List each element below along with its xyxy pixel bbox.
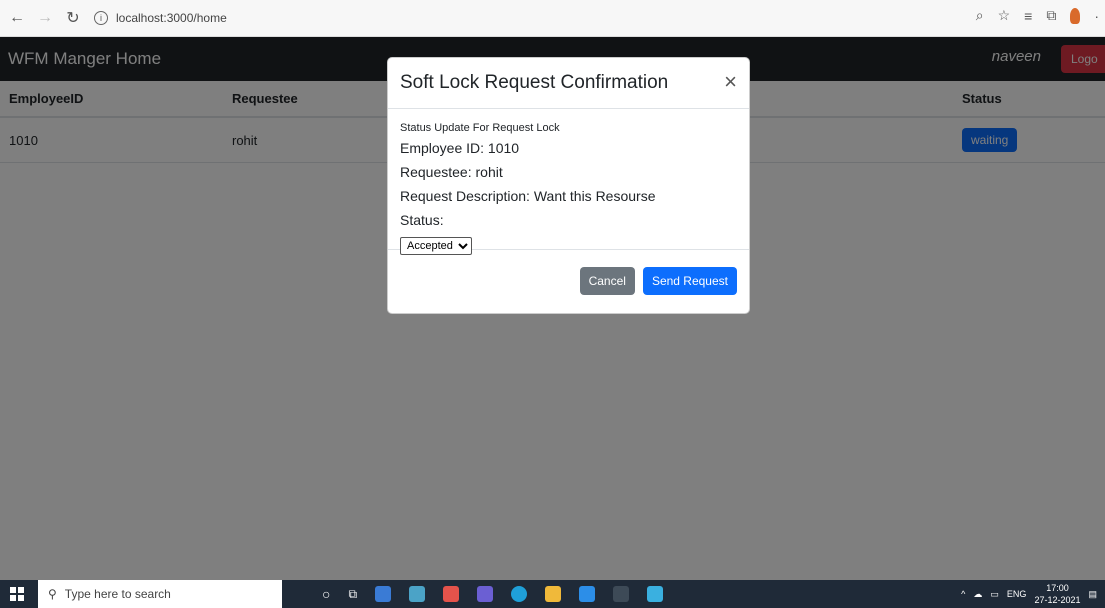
url-text: localhost:3000/home (116, 11, 227, 25)
system-tray: ^ ☁ ▭ ENG 17:00 27-12-2021 ▤ (961, 582, 1097, 606)
status-select[interactable]: Accepted (400, 237, 472, 255)
search-icon: ⚲ (48, 587, 57, 601)
clock[interactable]: 17:00 27-12-2021 (1034, 582, 1080, 606)
favorites-add-icon[interactable]: ☆ (998, 7, 1011, 24)
modal-body: Status Update For Request Lock Employee … (388, 109, 749, 255)
modal-header: Soft Lock Request Confirmation × (388, 58, 749, 109)
clock-time: 17:00 (1046, 583, 1069, 593)
refresh-icon[interactable]: ↻ (62, 7, 84, 29)
browser-toolbar: ← → ↻ i localhost:3000/home ⌕ ☆ ≡ ⧉ · (0, 0, 1105, 37)
taskbar-apps: ○ ⧉ (322, 586, 664, 602)
onedrive-app-icon[interactable] (375, 586, 392, 602)
favorites-icon[interactable]: ≡ (1024, 8, 1032, 24)
more-icon[interactable]: · (1094, 8, 1099, 24)
send-request-button[interactable]: Send Request (642, 267, 737, 295)
address-bar[interactable]: i localhost:3000/home (94, 11, 227, 25)
browser-actions: ⌕ ☆ ≡ ⧉ · (976, 7, 1099, 24)
modal-title: Soft Lock Request Confirmation (400, 72, 669, 93)
people-app-icon[interactable] (409, 586, 426, 602)
terminal-icon[interactable] (613, 586, 630, 602)
employee-id-text: Employee ID: 1010 (400, 140, 520, 156)
soft-lock-modal: Soft Lock Request Confirmation × Status … (387, 57, 750, 314)
status-label: Status: (400, 212, 444, 228)
language-indicator[interactable]: ENG (1007, 589, 1027, 599)
teams-app-icon[interactable] (477, 586, 494, 602)
read-aloud-icon[interactable]: ⌕ (976, 7, 984, 24)
task-view-icon[interactable]: ⧉ (348, 587, 357, 602)
info-icon[interactable]: i (94, 11, 108, 25)
requestee-text: Requestee: rohit (400, 164, 503, 180)
modal-subtitle: Status Update For Request Lock (400, 122, 560, 134)
taskbar-search[interactable]: ⚲ Type here to search (38, 580, 282, 608)
file-explorer-icon[interactable] (545, 586, 562, 602)
os-taskbar: ⚲ Type here to search ○ ⧉ ^ ☁ ▭ ENG 17:0… (0, 580, 1105, 608)
forward-arrow-icon[interactable]: → (34, 7, 56, 29)
cancel-button[interactable]: Cancel (579, 267, 635, 295)
cortana-icon[interactable]: ○ (322, 586, 330, 602)
close-icon[interactable]: × (724, 71, 737, 93)
profile-icon[interactable] (1070, 7, 1081, 24)
description-text: Request Description: Want this Resourse (400, 188, 656, 204)
cloud-icon[interactable]: ☁ (973, 589, 982, 600)
vs-app-icon[interactable] (443, 586, 460, 602)
back-arrow-icon[interactable]: ← (6, 7, 28, 29)
photos-app-icon[interactable] (647, 586, 664, 602)
vscode-icon[interactable] (579, 586, 596, 602)
notification-icon[interactable]: ▤ (1088, 589, 1097, 600)
chevron-up-icon[interactable]: ^ (961, 589, 965, 599)
battery-icon[interactable]: ▭ (990, 589, 999, 600)
collections-icon[interactable]: ⧉ (1046, 7, 1056, 24)
edge-browser-icon[interactable] (511, 586, 528, 602)
modal-footer: Cancel Send Request (388, 250, 749, 312)
clock-date: 27-12-2021 (1034, 595, 1081, 605)
taskbar-search-placeholder: Type here to search (64, 587, 171, 601)
windows-start-icon[interactable] (10, 587, 24, 601)
